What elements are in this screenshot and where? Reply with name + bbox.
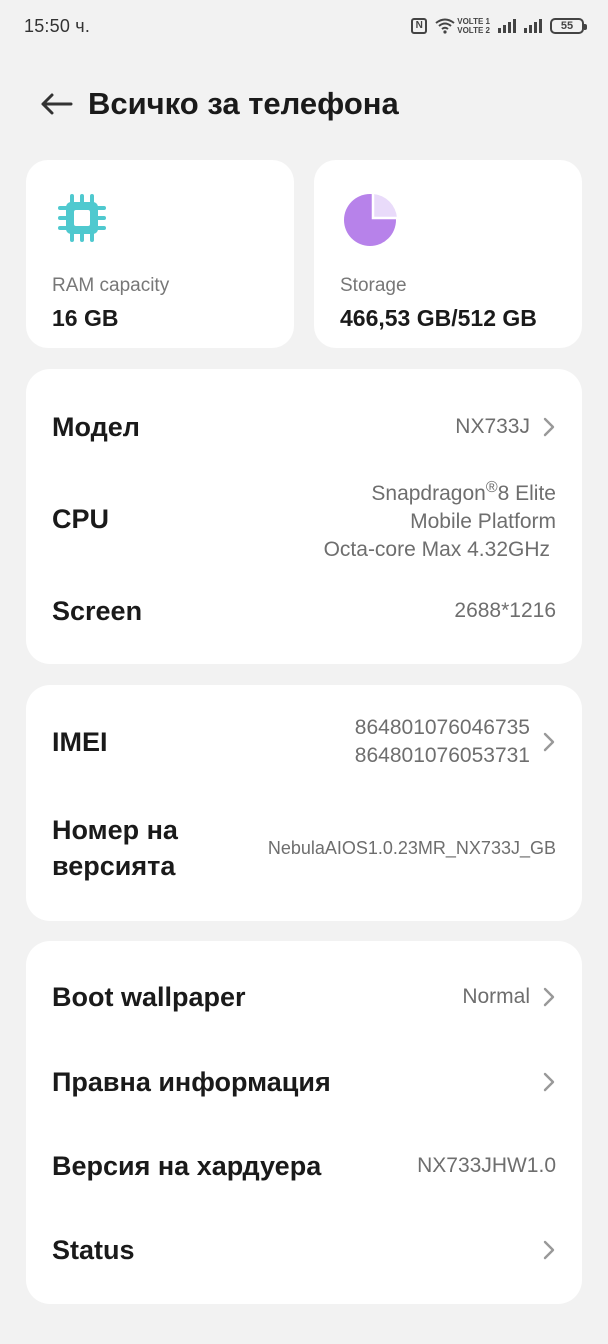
stat-cards: RAM capacity 16 GB Storage 466,53 GB/512… bbox=[26, 160, 582, 348]
chevron-right-icon bbox=[543, 987, 555, 1007]
more-info-group: Boot wallpaper Normal Правна информация … bbox=[26, 941, 582, 1304]
model-value: NX733J bbox=[455, 415, 530, 438]
nfc-icon: N bbox=[411, 18, 428, 34]
chevron-right-icon bbox=[543, 417, 555, 437]
legal-info-row[interactable]: Правна информация bbox=[52, 1062, 556, 1102]
header: Всичко за телефона bbox=[0, 76, 608, 132]
screen-value: 2688*1216 bbox=[454, 599, 556, 622]
cpu-label: CPU bbox=[52, 504, 110, 534]
arrow-left-icon bbox=[41, 93, 73, 115]
screen-label: Screen bbox=[52, 596, 143, 626]
status-row[interactable]: Status bbox=[52, 1230, 556, 1270]
chevron-right-icon bbox=[543, 732, 555, 752]
status-time: 15:50 ч. bbox=[24, 15, 91, 36]
storage-card[interactable]: Storage 466,53 GB/512 GB bbox=[314, 160, 582, 348]
wifi-icon bbox=[435, 18, 455, 34]
status-icons: N VOLTE 1 VOLTE 2 55 bbox=[411, 17, 587, 35]
boot-wallpaper-value: Normal bbox=[462, 985, 530, 1008]
imei-label: IMEI bbox=[52, 727, 108, 757]
ram-card[interactable]: RAM capacity 16 GB bbox=[26, 160, 294, 348]
boot-wallpaper-row[interactable]: Boot wallpaper Normal bbox=[52, 977, 556, 1017]
chip-icon bbox=[58, 194, 106, 242]
status-bar: 15:50 ч. N VOLTE 1 VOLTE 2 55 bbox=[0, 0, 608, 52]
build-number-row: Номер на версията NebulaAIOS1.0.23MR_NX7… bbox=[52, 809, 556, 887]
ram-value: 16 GB bbox=[52, 305, 119, 331]
pie-chart-icon bbox=[344, 194, 397, 246]
imei-row[interactable]: IMEI 864801076046735 864801076053731 bbox=[52, 709, 556, 775]
model-label: Модел bbox=[52, 412, 140, 442]
chevron-right-icon bbox=[543, 1240, 555, 1260]
model-row[interactable]: Модел NX733J bbox=[52, 407, 556, 447]
identity-group: IMEI 864801076046735 864801076053731 Ном… bbox=[26, 685, 582, 921]
chevron-right-icon bbox=[543, 1072, 555, 1092]
back-button[interactable] bbox=[36, 84, 76, 124]
legal-info-label: Правна информация bbox=[52, 1067, 331, 1097]
volte-label: VOLTE 1 VOLTE 2 bbox=[457, 17, 490, 35]
battery-icon: 55 bbox=[550, 18, 587, 34]
ram-label: RAM capacity bbox=[52, 275, 170, 296]
signal-sim2-icon bbox=[524, 19, 542, 33]
storage-label: Storage bbox=[340, 275, 407, 296]
build-number-value: NebulaAIOS1.0.23MR_NX733J_GB bbox=[267, 838, 556, 858]
hardware-version-row: Версия на хардуера NX733JHW1.0 bbox=[52, 1146, 556, 1186]
device-info-group: Модел NX733J CPU Snapdragon®8 Elite Mobi… bbox=[26, 369, 582, 664]
imei-value: 864801076046735 864801076053731 bbox=[354, 716, 530, 767]
hardware-version-label: Версия на хардуера bbox=[52, 1151, 322, 1181]
hardware-version-value: NX733JHW1.0 bbox=[417, 1154, 556, 1177]
wifi-volte-group: VOLTE 1 VOLTE 2 bbox=[435, 17, 490, 35]
cpu-value: Snapdragon®8 Elite Mobile Platform Octa-… bbox=[323, 479, 556, 561]
page-title: Всичко за телефона bbox=[88, 86, 399, 121]
signal-sim1-icon bbox=[498, 19, 516, 33]
boot-wallpaper-label: Boot wallpaper bbox=[52, 982, 246, 1012]
status-label: Status bbox=[52, 1235, 135, 1265]
storage-value: 466,53 GB/512 GB bbox=[340, 305, 537, 331]
build-number-label: Номер на версията bbox=[52, 815, 178, 881]
screen-row: Screen 2688*1216 bbox=[52, 591, 556, 631]
cpu-row: CPU Snapdragon®8 Elite Mobile Platform O… bbox=[52, 473, 556, 565]
